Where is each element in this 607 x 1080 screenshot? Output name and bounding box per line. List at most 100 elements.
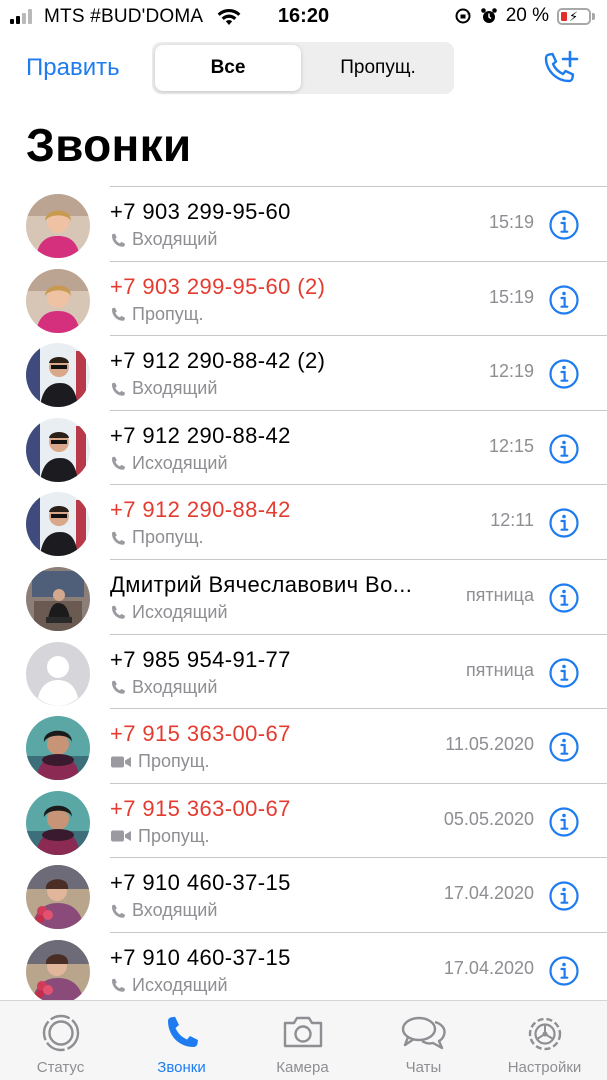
row-separator	[110, 633, 607, 635]
battery-percent: 20 %	[505, 5, 549, 26]
call-type: Пропущ.	[110, 751, 210, 772]
call-type: Пропущ.	[110, 304, 204, 325]
phone-icon	[112, 680, 125, 694]
tab-camera[interactable]: Камера	[242, 1001, 363, 1080]
call-time: 17.04.2020	[443, 883, 534, 904]
phone-icon	[112, 904, 125, 918]
row-separator	[110, 484, 607, 486]
tab-chats-label: Чаты	[405, 1059, 442, 1076]
info-icon[interactable]	[548, 284, 580, 316]
tab-settings-label: Настройки	[507, 1059, 582, 1076]
battery-icon: ⚡	[557, 7, 591, 25]
tab-calls[interactable]: Звонки	[121, 1001, 242, 1080]
row-separator	[110, 186, 607, 187]
call-row[interactable]: +7 903 299-95-60 Входящий 15:19	[0, 186, 607, 261]
row-separator	[110, 558, 607, 560]
call-type-label: Входящий	[132, 676, 218, 697]
tab-calls-label: Звонки	[157, 1059, 206, 1076]
new-call-icon[interactable]	[540, 48, 582, 88]
call-time: пятница	[465, 659, 534, 680]
avatar	[26, 417, 90, 482]
call-type: Входящий	[110, 229, 217, 250]
status-bar: MTS #BUD'DOMA 16:20 20 % ⚡	[0, 0, 607, 34]
call-contact-name: +7 915 363-00-67	[110, 721, 291, 747]
info-icon[interactable]	[548, 209, 580, 241]
call-time: пятница	[465, 584, 534, 605]
segment-all[interactable]: Все	[155, 45, 301, 91]
avatar	[26, 566, 90, 631]
call-row[interactable]: +7 912 290-88-42 Пропущ. 12:11	[0, 484, 607, 559]
info-icon[interactable]	[548, 955, 580, 987]
call-contact-name: +7 915 363-00-67	[110, 795, 291, 821]
info-icon[interactable]	[548, 731, 580, 763]
tab-status[interactable]: Статус	[0, 1001, 121, 1080]
page-title: Звонки	[26, 119, 192, 171]
call-time: 12:11	[490, 510, 534, 531]
call-row[interactable]: +7 912 290-88-42 Исходящий 12:15	[0, 409, 607, 485]
call-type: Исходящий	[110, 975, 228, 996]
avatar	[26, 939, 90, 1004]
call-type: Исходящий	[110, 453, 228, 474]
avatar	[26, 790, 90, 855]
phone-icon	[112, 233, 125, 247]
call-type-label: Пропущ.	[138, 751, 210, 772]
settings-icon	[528, 1017, 561, 1051]
call-row[interactable]: +7 915 363-00-67 Пропущ. 11.05.2020	[0, 708, 607, 783]
call-time: 12:19	[488, 361, 534, 382]
row-separator	[110, 708, 607, 710]
call-row[interactable]: +7 985 954-91-77 Входящий пятница	[0, 633, 607, 709]
call-row[interactable]: +7 912 290-88-42 (2) Входящий 12:19	[0, 335, 607, 410]
row-separator	[110, 782, 607, 784]
avatar	[26, 492, 90, 557]
tab-settings[interactable]: Настройки	[484, 1001, 605, 1080]
avatar	[26, 641, 90, 706]
video-icon	[111, 830, 131, 842]
call-type-label: Пропущ.	[138, 825, 210, 846]
call-type-label: Пропущ.	[132, 527, 204, 548]
edit-button[interactable]: Править	[26, 54, 120, 82]
call-type: Входящий	[110, 378, 217, 399]
tab-status-label: Статус	[36, 1059, 85, 1076]
phone-icon	[112, 456, 125, 470]
info-icon[interactable]	[548, 582, 580, 614]
call-time: 11.05.2020	[445, 734, 534, 755]
tab-camera-label: Камера	[276, 1059, 329, 1076]
info-icon[interactable]	[548, 806, 580, 838]
call-contact-name: +7 903 299-95-60 (2)	[110, 273, 326, 299]
info-icon[interactable]	[548, 657, 580, 689]
info-icon[interactable]	[548, 507, 580, 539]
phone-icon	[112, 382, 125, 396]
call-contact-name: +7 912 290-88-42	[110, 497, 291, 523]
call-type: Пропущ.	[110, 527, 204, 548]
call-row[interactable]: +7 915 363-00-67 Пропущ. 05.05.2020	[0, 782, 607, 858]
info-icon[interactable]	[548, 433, 580, 465]
call-type: Входящий	[110, 677, 217, 698]
call-type-label: Входящий	[132, 378, 218, 399]
call-time: 12:15	[488, 435, 534, 456]
navigation-bar: Править Все Пропущ.	[0, 42, 607, 94]
calls-list: +7 903 299-95-60 Входящий 15:19 +7 903 299-…	[0, 186, 607, 1007]
avatar	[26, 194, 90, 258]
tab-chats[interactable]: Чаты	[363, 1001, 484, 1080]
call-row[interactable]: Дмитрий Вячеславович Во... Исходящий пятни…	[0, 558, 607, 634]
calls-filter-segmented-control: Все Пропущ.	[152, 42, 454, 94]
call-row[interactable]: +7 910 460-37-15 Исходящий 17.04.2020	[0, 931, 607, 1007]
avatar	[26, 865, 90, 930]
avatar	[26, 716, 90, 781]
segment-missed[interactable]: Пропущ.	[305, 45, 451, 91]
info-icon[interactable]	[548, 358, 580, 390]
call-contact-name: +7 910 460-37-15	[110, 944, 291, 970]
call-type-label: Пропущ.	[132, 303, 204, 324]
call-type-label: Входящий	[132, 900, 218, 921]
call-contact-name: +7 910 460-37-15	[110, 870, 291, 896]
call-row[interactable]: +7 910 460-37-15 Входящий 17.04.2020	[0, 857, 607, 932]
call-contact-name: +7 912 290-88-42	[110, 422, 291, 448]
phone-tab-icon	[167, 1016, 198, 1047]
call-row[interactable]: +7 903 299-95-60 (2) Пропущ. 15:19	[0, 260, 607, 336]
row-separator	[110, 409, 607, 411]
call-time: 15:19	[488, 212, 534, 232]
call-time: 17.04.2020	[443, 957, 534, 978]
phone-icon	[112, 606, 125, 620]
info-icon[interactable]	[548, 880, 580, 912]
video-icon	[111, 756, 131, 768]
